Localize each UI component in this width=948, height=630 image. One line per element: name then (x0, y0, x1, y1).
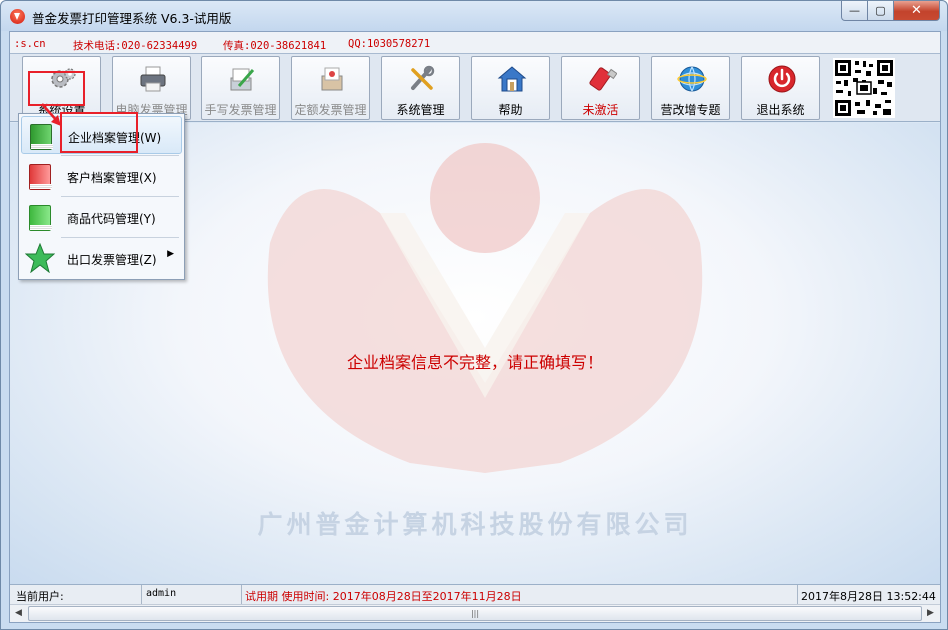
tools-icon (411, 65, 435, 90)
scroll-right-arrow-icon[interactable]: ▶ (922, 605, 939, 622)
power-icon (768, 65, 796, 93)
qr-code-icon (833, 58, 895, 118)
toolbar-label: 定额发票管理 (294, 103, 367, 117)
main-toolbar: 系统设置 电脑发票管理 手写发票管理 定额发票管理 系统管理 帮助 未激活 营改… (10, 54, 940, 122)
profile-incomplete-message: 企业档案信息不完整，请正确填写！ (346, 353, 603, 372)
fax-text: 传真:020-38621841 (223, 40, 327, 52)
globe-icon (677, 66, 707, 92)
menu-item-label: 客户档案管理(X) (67, 171, 157, 185)
website-text: :s.cn (14, 38, 46, 50)
current-user-value: admin (142, 585, 242, 604)
title-bar[interactable]: 普金发票打印管理系统 V6.3-试用版 — ▢ ✕ (1, 1, 947, 31)
menu-separator (61, 155, 179, 156)
trial-period-info: 试用期 使用时间: 2017年08月28日至2017年11月28日 (242, 585, 798, 604)
datetime-display: 2017年8月28日 13:52:44 (801, 590, 936, 603)
handwritten-invoice-button[interactable]: 手写发票管理 (201, 56, 280, 120)
menu-item-export-invoice[interactable]: 出口发票管理(Z) ▶ (21, 239, 182, 277)
menu-separator (61, 237, 179, 238)
contact-info-bar: :s.cn 技术电话:020-62334499 传真:020-38621841 … (10, 32, 940, 54)
qq-text: QQ:1030578271 (348, 38, 431, 50)
home-icon (497, 66, 527, 92)
usb-key-icon (589, 67, 617, 91)
toolbar-label: 帮助 (498, 103, 523, 117)
menu-item-customer-profile[interactable]: 客户档案管理(X) (21, 157, 182, 195)
minimize-button[interactable]: — (841, 1, 868, 21)
company-watermark: 广州普金计算机科技股份有限公司 (257, 510, 693, 539)
computer-invoice-button[interactable]: 电脑发票管理 (112, 56, 191, 120)
fixed-invoice-icon (321, 67, 343, 91)
app-window: 普金发票打印管理系统 V6.3-试用版 — ▢ ✕ :s.cn 技术电话:020… (0, 0, 948, 630)
green-book-icon (25, 202, 55, 232)
activation-status-button[interactable]: 未激活 (561, 56, 640, 120)
printer-icon (140, 66, 166, 92)
current-user-label: 当前用户: (10, 585, 142, 604)
toolbar-label: 未激活 (582, 103, 619, 117)
submenu-arrow-icon: ▶ (167, 249, 174, 259)
scrollbar-thumb[interactable]: ||| (28, 606, 922, 621)
system-management-button[interactable]: 系统管理 (381, 56, 460, 120)
handwriting-icon (230, 68, 255, 91)
window-title: 普金发票打印管理系统 V6.3-试用版 (32, 11, 232, 26)
menu-item-product-code[interactable]: 商品代码管理(Y) (21, 198, 182, 236)
annotation-box-company-profile (60, 112, 138, 153)
watermark-logo-icon (267, 143, 703, 473)
support-phone-text: 技术电话:020-62334499 (73, 40, 198, 52)
window-controls: — ▢ ✕ (841, 1, 940, 21)
maximize-button[interactable]: ▢ (868, 1, 894, 21)
vat-reform-button[interactable]: 营改增专题 (651, 56, 730, 120)
menu-separator (61, 196, 179, 197)
scroll-left-arrow-icon[interactable]: ◀ (10, 605, 27, 622)
close-button[interactable]: ✕ (894, 1, 940, 21)
app-logo-icon (10, 9, 25, 24)
toolbar-label: 营改增专题 (660, 103, 721, 117)
star-icon (25, 243, 55, 273)
menu-item-label: 出口发票管理(Z) (67, 253, 157, 267)
toolbar-label: 手写发票管理 (204, 103, 277, 117)
toolbar-label: 系统管理 (396, 103, 445, 117)
exit-system-button[interactable]: 退出系统 (741, 56, 820, 120)
menu-item-label: 商品代码管理(Y) (67, 212, 156, 226)
status-bar: 当前用户: admin 试用期 使用时间: 2017年08月28日至2017年1… (10, 584, 940, 604)
help-button[interactable]: 帮助 (471, 56, 550, 120)
toolbar-label: 退出系统 (756, 103, 805, 117)
red-book-icon (25, 161, 55, 191)
annotation-arrow-icon (41, 103, 61, 126)
horizontal-scrollbar[interactable]: ◀ ||| ▶ (10, 604, 940, 622)
fixed-invoice-button[interactable]: 定额发票管理 (291, 56, 370, 120)
